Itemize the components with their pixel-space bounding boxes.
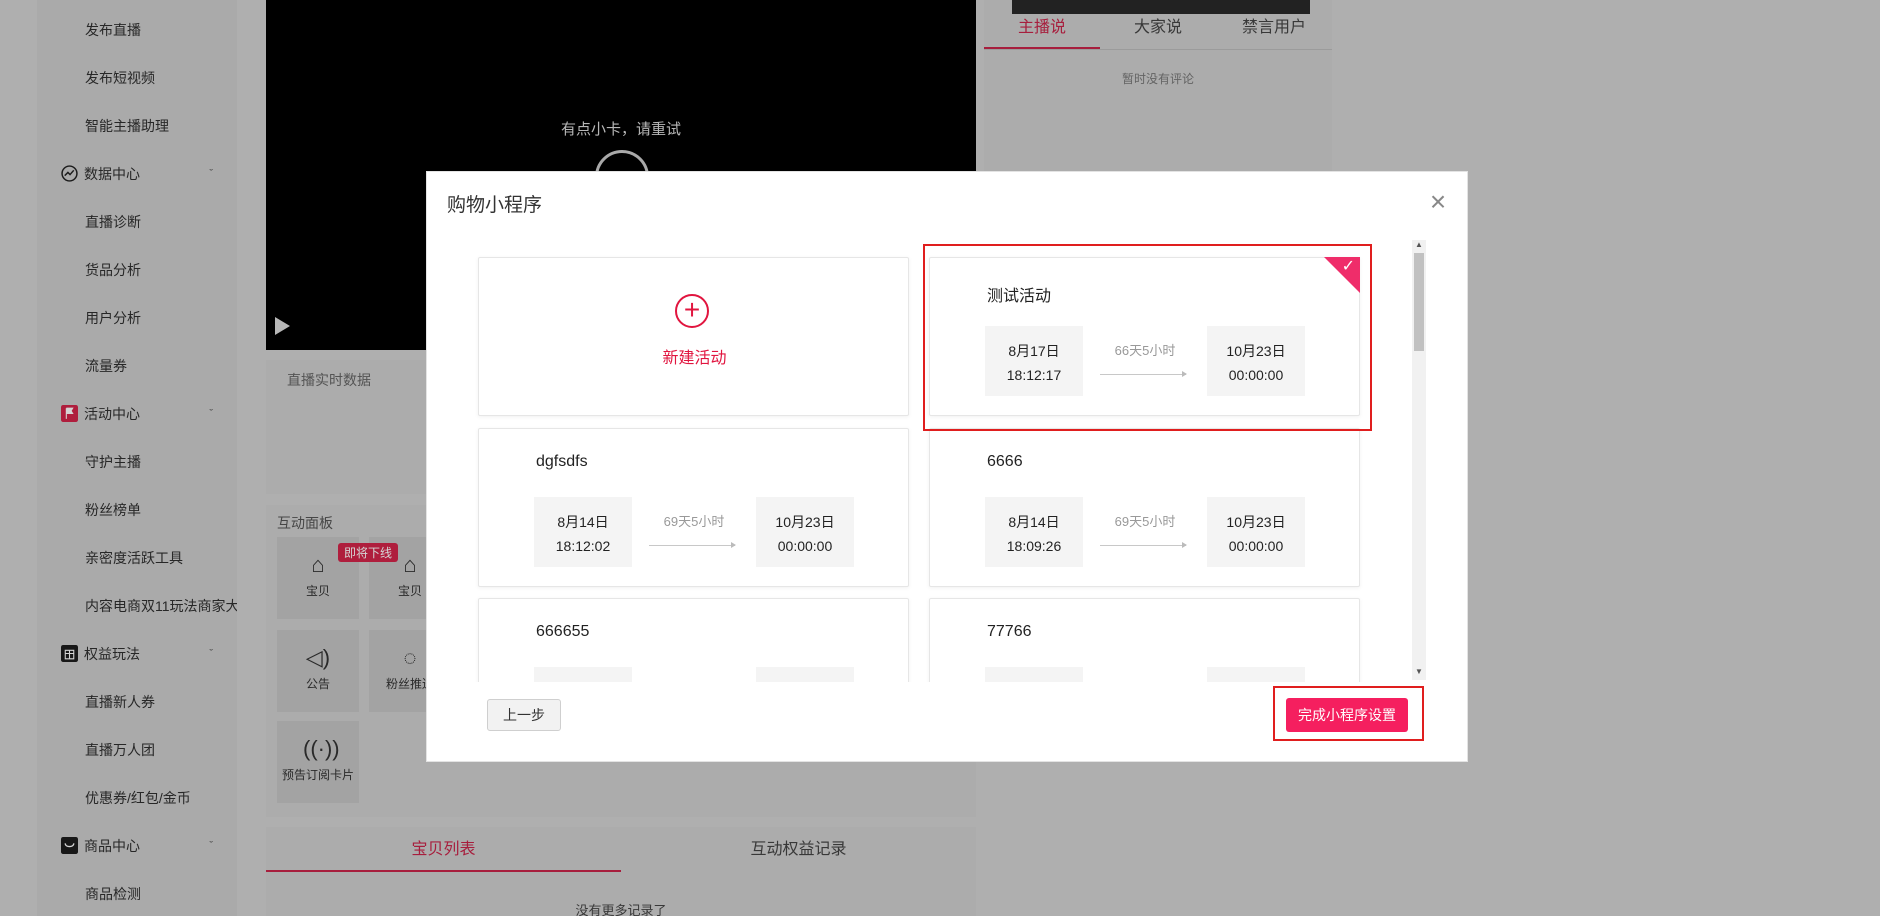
scroll-up-icon[interactable]: ▲ [1413,240,1425,252]
activity-card[interactable]: 6666 8月14日 18:09:26 69天5小时 10月23日 00:00:00 [929,428,1360,587]
plus-circle-icon: + [675,294,709,328]
highlight-selected-card [923,244,1372,431]
activity-name: 77766 [987,623,1032,640]
close-icon[interactable]: × [1424,188,1452,216]
start-time: 18:12:02 [555,538,611,554]
activity-card[interactable]: 77766 [929,598,1360,682]
activity-card[interactable]: dgfsdfs 8月14日 18:12:02 69天5小时 10月23日 00:00… [478,428,909,587]
end-time: 00:00:00 [777,538,833,554]
end-date-box: 10月23日 00:00:00 [1207,497,1305,567]
start-date: 8月14日 [557,514,609,530]
prev-step-button[interactable]: 上一步 [487,699,561,731]
highlight-finish-button [1273,686,1424,741]
activity-name: 666655 [536,623,590,640]
start-time: 18:09:26 [1006,538,1062,554]
start-date-box [985,667,1083,682]
scrollbar-thumb[interactable] [1414,253,1424,351]
start-date: 8月14日 [1008,514,1060,530]
duration-text: 69天5小时 [1114,514,1176,529]
activity-card[interactable]: 666655 [478,598,909,682]
end-date-box [1207,667,1305,682]
new-activity-card[interactable]: + 新建活动 [478,257,909,416]
activity-name: 6666 [987,453,1023,470]
start-date-box: 8月14日 18:09:26 [985,497,1083,567]
arrow-right-icon [649,542,736,548]
duration-text: 69天5小时 [663,514,725,529]
end-date: 10月23日 [1226,514,1286,530]
end-date: 10月23日 [775,514,835,530]
start-date-box: 8月14日 18:12:02 [534,497,632,567]
end-date-box: 10月23日 00:00:00 [756,497,854,567]
end-date-box [756,667,854,682]
activity-name: dgfsdfs [536,453,588,470]
arrow-right-icon [1100,542,1187,548]
scroll-down-icon[interactable]: ▼ [1413,667,1425,679]
start-date-box [534,667,632,682]
modal-title: 购物小程序 [447,195,543,216]
new-activity-label: 新建活动 [662,350,727,367]
end-time: 00:00:00 [1228,538,1284,554]
